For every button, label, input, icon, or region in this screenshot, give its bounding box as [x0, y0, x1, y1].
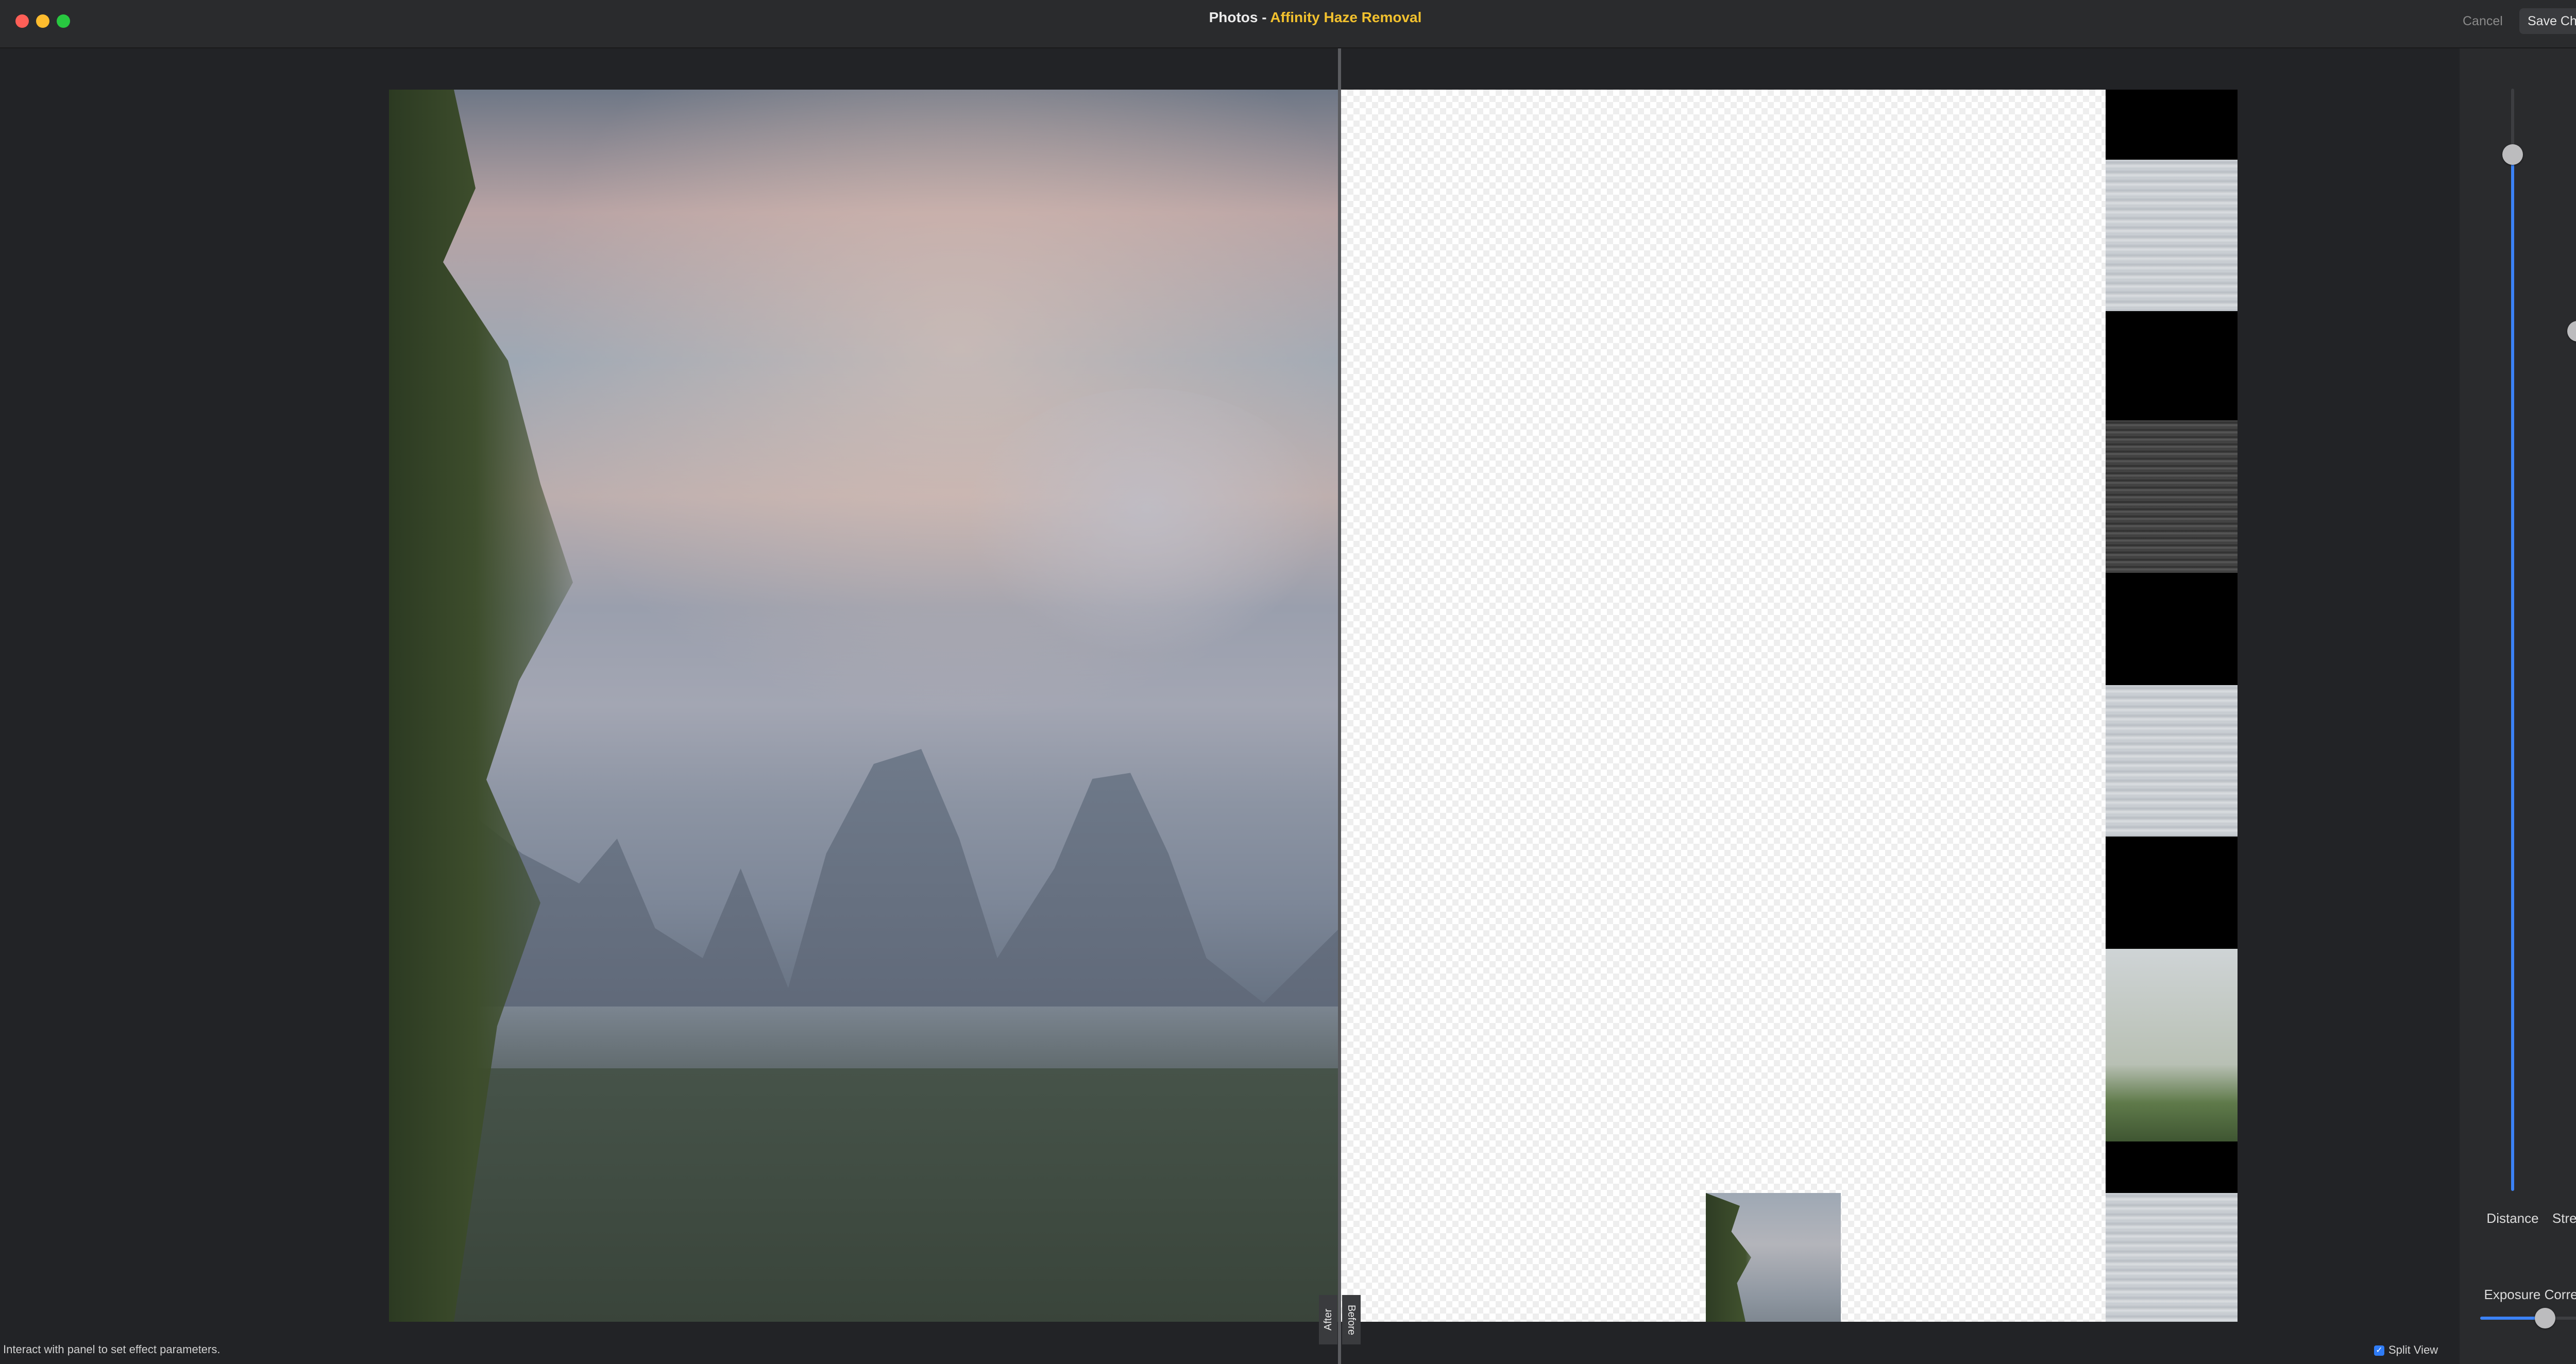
app-name: Photos [1209, 9, 1258, 25]
title-bar: Photos - Affinity Haze Removal Cancel Sa… [0, 0, 2576, 48]
preview-canvas[interactable]: After Before [0, 48, 2460, 1364]
exposure-correction-slider[interactable] [2480, 1308, 2576, 1328]
before-preview-thumbnail [1706, 1193, 1841, 1322]
distance-label: Distance [2486, 1210, 2539, 1226]
save-changes-button[interactable]: Save Changes [2519, 8, 2576, 34]
exposure-correction-label: Exposure Correction [2484, 1287, 2576, 1302]
before-preview-glitch-strip [2106, 90, 2238, 1322]
after-preview-image [389, 90, 1340, 1322]
after-label: After [1319, 1295, 1337, 1344]
distance-slider[interactable] [2511, 89, 2514, 1191]
distance-slider-fill [2511, 155, 2514, 1191]
split-view-label: Split View [2388, 1343, 2438, 1356]
extension-name: Affinity Haze Removal [1270, 9, 1422, 25]
split-view-divider-handle[interactable] [1338, 48, 1341, 1364]
title-separator: - [1258, 9, 1270, 25]
window-title: Photos - Affinity Haze Removal [0, 9, 2576, 26]
settings-panel [2460, 48, 2576, 1364]
before-label: Before [1342, 1295, 1361, 1344]
cancel-button[interactable]: Cancel [2454, 8, 2511, 34]
split-view-checkbox[interactable]: ✓ [2374, 1345, 2384, 1356]
exposure-slider-knob[interactable] [2535, 1308, 2555, 1328]
before-preview-transparent-area [1341, 90, 2106, 1322]
split-view-toggle[interactable]: ✓ Split View [2374, 1343, 2438, 1357]
strength-label: Strength [2552, 1210, 2576, 1226]
status-message: Interact with panel to set effect parame… [3, 1343, 221, 1356]
